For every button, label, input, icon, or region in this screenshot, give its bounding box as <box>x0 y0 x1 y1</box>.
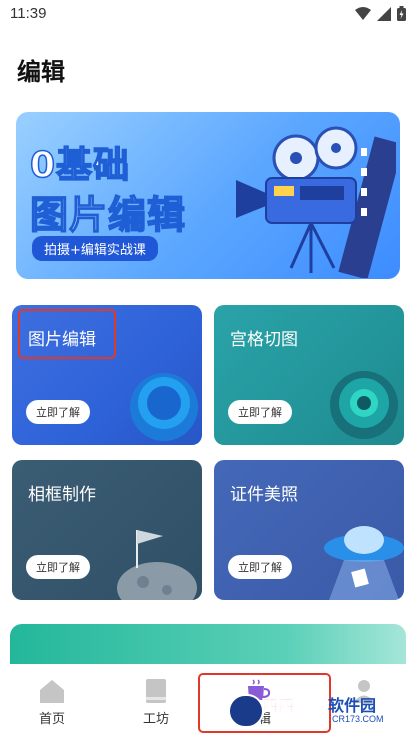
learn-more-button[interactable]: 立即了解 <box>228 400 292 424</box>
signal-icon <box>377 6 391 21</box>
highlight-box <box>18 309 116 359</box>
battery-icon <box>397 6 406 21</box>
home-icon <box>40 680 64 703</box>
watermark-title: 西西 <box>262 696 295 716</box>
book-icon <box>146 679 166 703</box>
learn-more-button[interactable]: 立即了解 <box>228 555 292 579</box>
ufo-icon <box>324 526 404 600</box>
card-title: 宫格切图 <box>230 330 298 350</box>
lens-icon <box>130 373 198 441</box>
nav-home[interactable]: 首页 <box>22 678 82 727</box>
nav-label: 工坊 <box>142 712 169 727</box>
banner-headline-2: 图片编辑 <box>29 192 187 238</box>
status-time: 11:39 <box>10 5 47 22</box>
status-bar: 11:39 <box>0 0 416 30</box>
nav-label: 首页 <box>38 712 65 727</box>
watermark-brand: 软件园 <box>328 696 377 715</box>
learn-more-button[interactable]: 立即了解 <box>26 555 90 579</box>
lens-icon <box>330 371 398 439</box>
page-title: 编辑 <box>17 58 65 86</box>
card-frame-make[interactable]: 相框制作 立即了解 <box>12 460 202 600</box>
watermark-logo-icon <box>228 694 264 728</box>
moon-flag-icon <box>117 530 197 600</box>
status-icons <box>355 6 406 21</box>
promo-banner[interactable]: 0基础 图片编辑 拍摄+编辑实战课 <box>16 112 400 279</box>
learn-more-button[interactable]: 立即了解 <box>26 400 90 424</box>
movie-camera-icon <box>236 126 396 278</box>
wifi-icon <box>355 6 371 20</box>
card-id-photo[interactable]: 证件美照 立即了解 <box>214 460 404 600</box>
watermark-url: CR173.COM <box>332 714 384 724</box>
card-grid-cut[interactable]: 宫格切图 立即了解 <box>214 305 404 445</box>
watermark: 西西 软件园 CR173.COM <box>228 688 400 732</box>
card-title: 证件美照 <box>230 485 298 505</box>
card-title: 相框制作 <box>28 485 96 505</box>
banner-tag: 拍摄+编辑实战课 <box>32 236 158 261</box>
banner-headline-1: 0基础 <box>29 144 131 187</box>
nav-workshop[interactable]: 工坊 <box>126 678 186 727</box>
